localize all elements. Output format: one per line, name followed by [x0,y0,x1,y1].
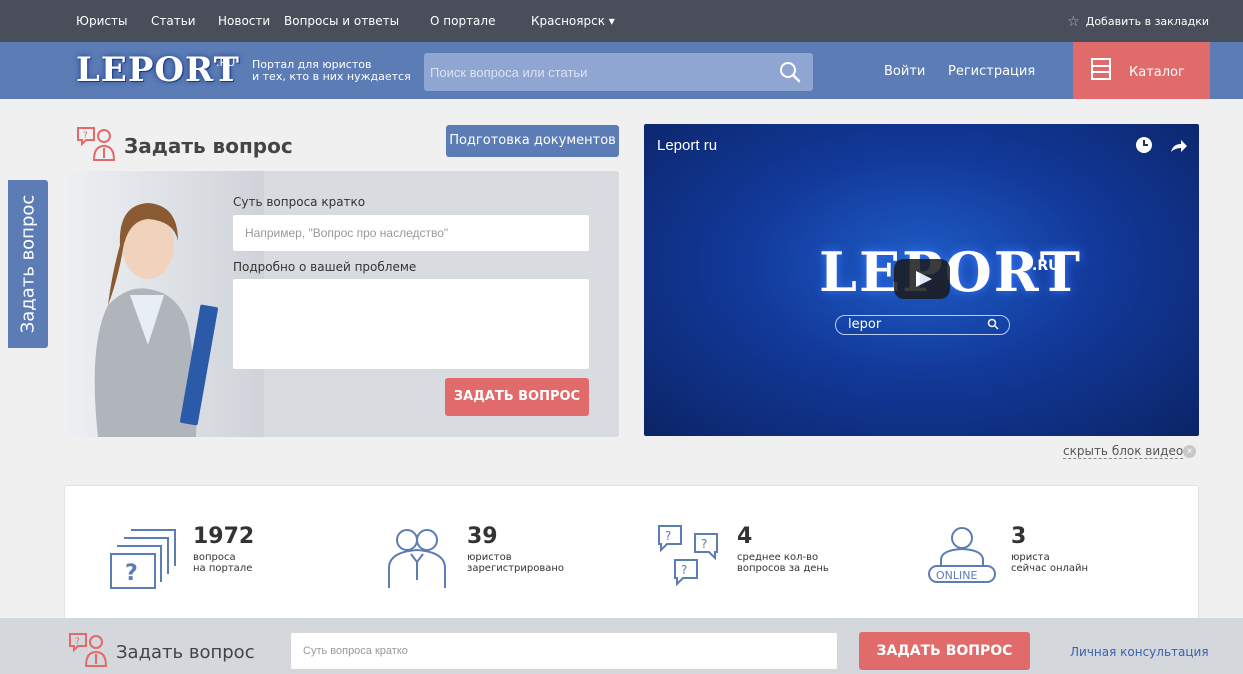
logo-suffix: .RU [216,56,236,69]
login-link[interactable]: Войти [884,64,925,79]
star-icon: ☆ [1067,14,1080,30]
details-label: Подробно о вашей проблеме [233,260,417,274]
register-link[interactable]: Регистрация [948,64,1035,79]
video-search-text: lepor [848,317,882,332]
stat-lawyers-desc: юристов зарегистрировано [467,552,565,574]
search-icon[interactable] [779,61,801,83]
nav-news[interactable]: Новости [218,14,270,28]
video-logo-suffix: .RU [1032,258,1060,274]
nav-qa[interactable]: Вопросы и ответы [284,14,399,28]
city-dropdown[interactable]: Красноярск ▾ [531,14,615,28]
top-navigation: Юристы Статьи Новости Вопросы и ответы О… [0,0,1243,42]
brief-label: Суть вопроса кратко [233,195,366,209]
stats-panel: ? 1972 вопроса на портале 39 юристов зарег… [64,485,1199,625]
nav-lawyers[interactable]: Юристы [76,14,127,28]
search-input[interactable] [424,53,764,91]
ask-question-icon: ? [77,127,116,161]
catalog-icon [1091,58,1111,80]
documents-button[interactable]: Подготовка документов [446,125,619,157]
video-controls [1135,136,1187,159]
video-player[interactable]: Leport ru LEPORT .RU lepor [644,124,1199,436]
bookmark-label: Добавить в закладки [1085,15,1209,28]
bottom-ask-bar: ? Задать вопрос ЗАДАТЬ ВОПРОС Личная кон… [0,618,1243,674]
site-logo[interactable]: LEPORT .RU [76,50,240,90]
ask-title: Задать вопрос [124,134,293,158]
close-icon[interactable]: × [1183,445,1196,458]
clock-icon[interactable] [1135,136,1153,154]
svg-text:?: ? [701,537,707,551]
share-icon[interactable] [1169,136,1187,154]
consultation-link[interactable]: Личная консультация [1070,645,1209,659]
ask-submit-button[interactable]: ЗАДАТЬ ВОПРОС [445,378,589,416]
bottom-question-input[interactable] [291,633,837,669]
consultant-photo [94,203,218,437]
video-title: Leport ru [657,137,718,154]
online-lawyer-icon: ONLINE [928,527,996,583]
play-button[interactable] [894,259,950,299]
add-bookmark-link[interactable]: ☆ Добавить в закладки [1067,14,1209,30]
search-box [424,53,813,91]
side-tab-label: Задать вопрос [17,194,39,334]
stat-online-value: 3 [1011,524,1027,549]
questions-icon: ? [110,529,176,589]
stat-lawyers-value: 39 [467,524,498,549]
ask-question-icon: ? [69,633,108,667]
hide-video-link[interactable]: скрыть блок видео [1063,444,1184,459]
stat-questions-desc: вопроса на портале [193,552,253,574]
stat-daily-value: 4 [737,524,753,549]
svg-text:?: ? [75,637,80,647]
catalog-button[interactable]: Каталог [1073,42,1210,99]
daily-questions-icon: ? ? ? [658,525,718,587]
video-search-graphic: lepor [835,315,1010,335]
nav-articles[interactable]: Статьи [151,14,196,28]
brief-input[interactable] [233,215,589,251]
lawyers-icon [388,529,446,588]
nav-about[interactable]: О портале [430,14,495,28]
svg-text:ONLINE: ONLINE [936,569,977,582]
bottom-ask-title: Задать вопрос [116,642,255,663]
stat-questions-value: 1972 [193,524,255,549]
stat-daily-desc: среднее кол-во вопросов за день [737,552,829,574]
tagline-line2: и тех, кто в них нуждается [252,70,411,83]
ask-form-panel: Суть вопроса кратко Подробно о вашей про… [64,171,619,437]
site-tagline: Портал для юристов и тех, кто в них нужд… [252,59,411,83]
catalog-label: Каталог [1129,65,1185,80]
bottom-ask-button[interactable]: ЗАДАТЬ ВОПРОС [859,632,1030,670]
svg-text:?: ? [125,561,138,586]
side-ask-tab[interactable]: Задать вопрос [8,180,48,348]
details-textarea[interactable] [233,279,589,369]
svg-text:?: ? [83,131,88,141]
stat-online-desc: юриста сейчас онлайн [1011,552,1089,574]
svg-text:?: ? [665,529,671,543]
magnifier-icon [987,318,999,330]
svg-text:?: ? [681,563,687,577]
